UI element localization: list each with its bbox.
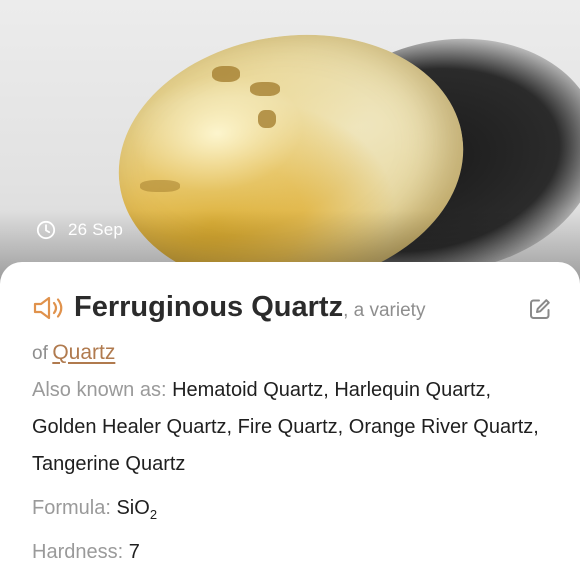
formula-subscript: 2 xyxy=(149,507,158,522)
stone-inclusion xyxy=(140,180,180,192)
speaker-icon[interactable] xyxy=(32,295,66,335)
date-text: 26 Sep xyxy=(68,220,124,239)
parent-mineral-link[interactable]: Quartz xyxy=(52,341,115,364)
stone-inclusion xyxy=(258,110,276,128)
formula-main: SiO xyxy=(116,497,150,519)
mineral-detail-screen: 26 Sep Ferruginous Quartz, a variety of Q… xyxy=(0,0,580,580)
also-known-as: Also known as: Hematoid Quartz, Harlequi… xyxy=(32,372,557,483)
mineral-title: Ferruginous Quartz, a variety of Quartz xyxy=(32,289,502,373)
formula-value: SiO2 xyxy=(116,497,158,522)
hardness-row: Hardness: 7 xyxy=(32,534,557,571)
clock-icon xyxy=(36,220,56,240)
specimen-photo[interactable]: 26 Sep xyxy=(0,0,580,300)
stone-inclusion xyxy=(250,82,280,96)
variety-prefix: , a variety xyxy=(343,300,426,321)
stone-inclusion xyxy=(212,66,240,82)
aka-label: Also known as: xyxy=(32,379,167,401)
variety-of-word: of xyxy=(32,343,48,364)
edit-icon[interactable] xyxy=(528,297,552,326)
hardness-value: 7 xyxy=(128,541,140,563)
date-badge: 26 Sep xyxy=(36,220,123,240)
mineral-name: Ferruginous Quartz xyxy=(74,291,344,323)
formula-label: Formula: xyxy=(32,497,111,519)
formula-row: Formula: SiO2 xyxy=(32,490,557,533)
hardness-label: Hardness: xyxy=(32,541,124,563)
info-card: Ferruginous Quartz, a variety of Quartz A… xyxy=(0,262,580,580)
